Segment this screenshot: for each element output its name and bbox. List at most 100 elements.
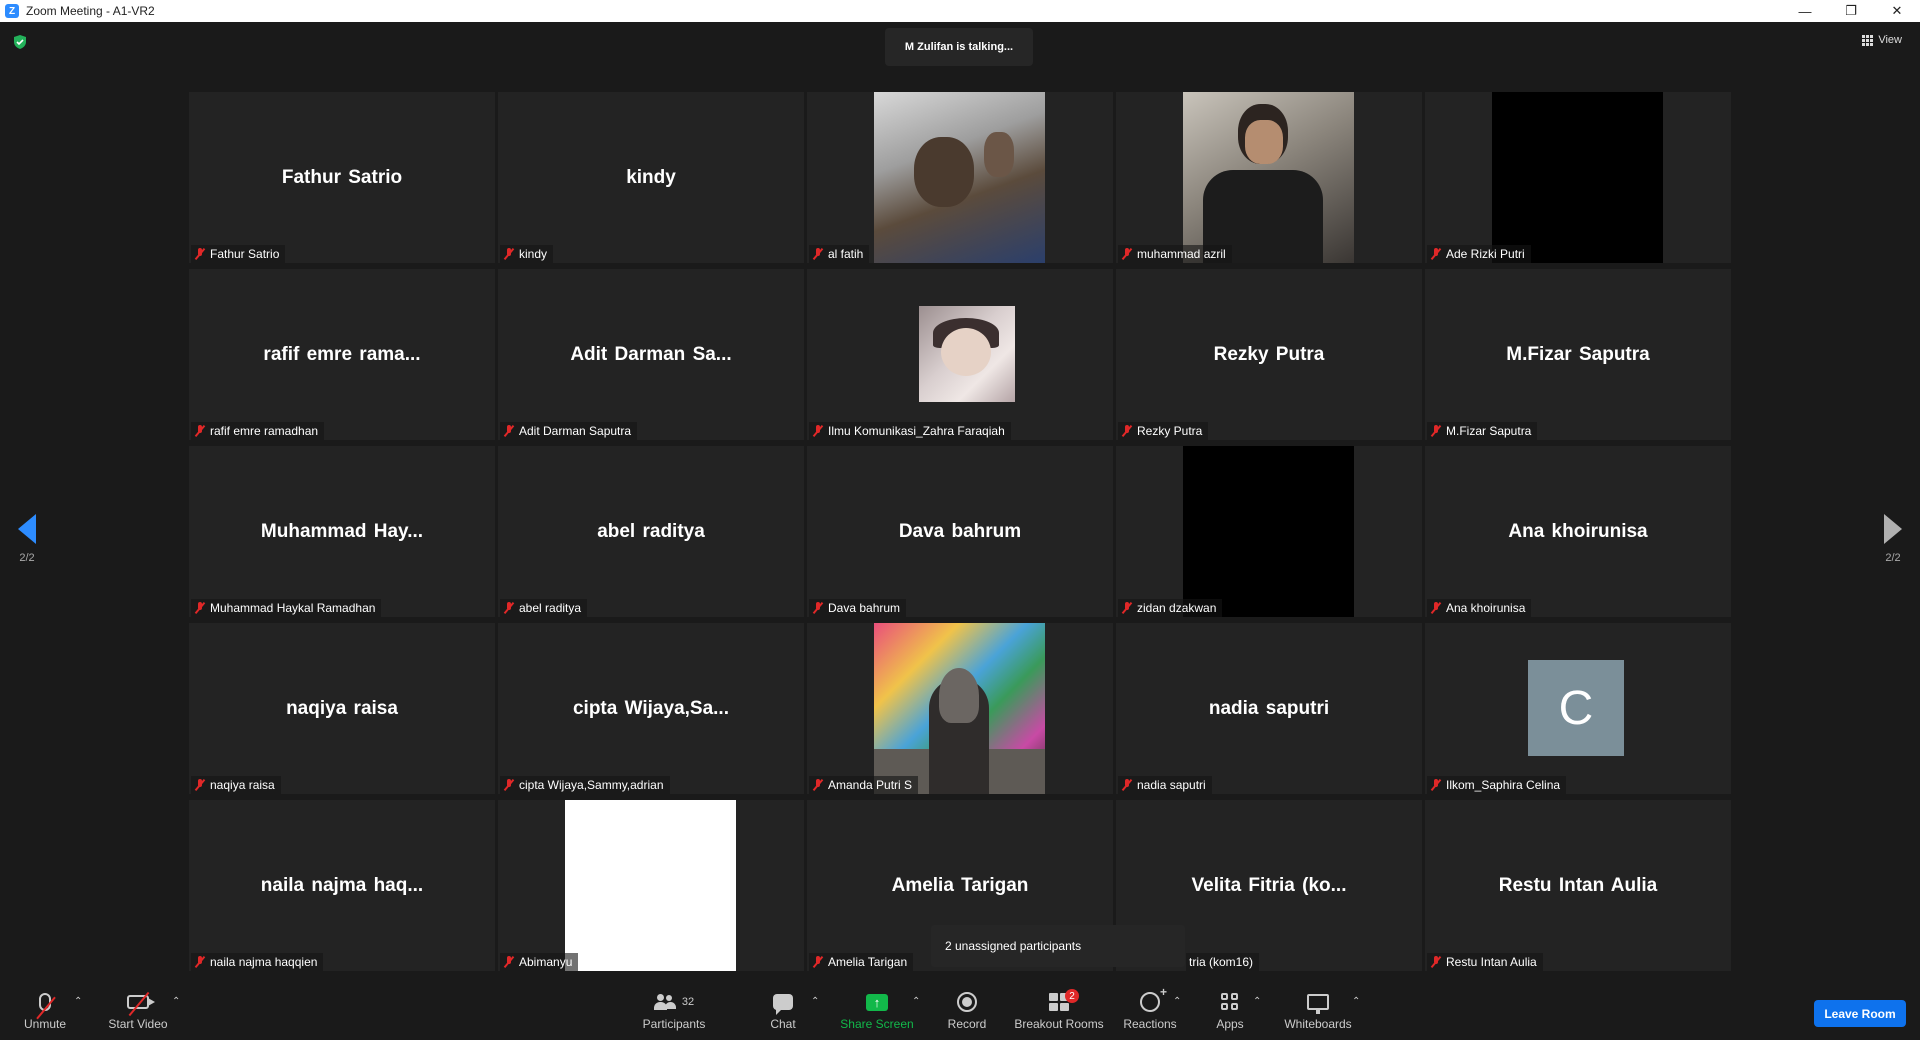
participant-name-label: Dava bahrum	[809, 599, 907, 617]
participant-tile[interactable]: muhammad azril	[1116, 92, 1422, 263]
close-icon[interactable]: ✕	[1874, 0, 1920, 22]
share-screen-label: Share Screen	[840, 1017, 914, 1031]
participant-name: cipta Wijaya,Sammy,adrian	[519, 778, 664, 792]
participant-tile[interactable]: Restu Intan Aulia Restu Intan Aulia	[1425, 800, 1731, 971]
participant-display-name: abel raditya	[597, 520, 705, 542]
participant-tile[interactable]: Ana khoirunisa Ana khoirunisa	[1425, 446, 1731, 617]
mic-muted-icon	[503, 779, 515, 791]
participant-tile[interactable]: al fatih	[807, 92, 1113, 263]
participant-tile[interactable]: Fathur Satrio Fathur Satrio	[189, 92, 495, 263]
mic-muted-icon	[1430, 956, 1442, 968]
mic-muted-icon	[503, 602, 515, 614]
participant-name: Dava bahrum	[828, 601, 901, 615]
mic-muted-icon	[1121, 248, 1133, 260]
audio-options-caret-icon[interactable]: ⌃	[74, 996, 82, 1007]
reactions-button[interactable]: Reactions	[1120, 980, 1180, 1040]
participant-tile[interactable]: naila najma haq... naila najma haqqien	[189, 800, 495, 971]
participant-name: Rezky Putra	[1137, 424, 1203, 438]
apps-options-caret-icon[interactable]: ⌃	[1253, 996, 1261, 1007]
mic-muted-icon	[812, 602, 824, 614]
participant-name-label: muhammad azril	[1118, 245, 1232, 263]
mic-muted-icon	[1430, 602, 1442, 614]
participant-tile[interactable]: Ilmu Komunikasi_Zahra Faraqiah	[807, 269, 1113, 440]
participant-tile[interactable]: C Ilkom_Saphira Celina	[1425, 623, 1731, 794]
participant-tile[interactable]: rafif emre rama... rafif emre ramadhan	[189, 269, 495, 440]
participant-display-name: cipta Wijaya,Sa...	[572, 697, 729, 719]
participant-tile[interactable]: cipta Wijaya,Sa... cipta Wijaya,Sammy,ad…	[498, 623, 804, 794]
next-page-button[interactable]: 2/2	[1884, 514, 1902, 564]
participant-name-label: Muhammad Haykal Ramadhan	[191, 599, 382, 617]
participant-tile[interactable]: Adit Darman Sa... Adit Darman Saputra	[498, 269, 804, 440]
view-button[interactable]: View	[1862, 34, 1902, 46]
page-indicator-right: 2/2	[1885, 552, 1901, 564]
participant-tile[interactable]: Amanda Putri S	[807, 623, 1113, 794]
whiteboard-icon	[1307, 994, 1329, 1014]
participants-button[interactable]: 32 Participants	[636, 980, 712, 1040]
participant-name: Adit Darman Saputra	[519, 424, 632, 438]
mic-muted-icon	[194, 248, 206, 260]
participant-tile[interactable]: zidan dzakwan	[1116, 446, 1422, 617]
participant-name: naqiya raisa	[210, 778, 275, 792]
participant-tile[interactable]: naqiya raisa naqiya raisa	[189, 623, 495, 794]
restore-icon[interactable]: ❐	[1828, 0, 1874, 22]
unmute-button[interactable]: Unmute	[20, 980, 70, 1040]
video-gallery: Fathur Satrio Fathur Satrio kindy kindy …	[189, 92, 1731, 971]
mic-muted-icon	[503, 956, 515, 968]
participant-tile[interactable]: Muhammad Hay... Muhammad Haykal Ramadhan	[189, 446, 495, 617]
mic-muted-icon	[1430, 425, 1442, 437]
participant-name-label: tria (kom16)	[1186, 953, 1260, 971]
participant-name-label: Ilmu Komunikasi_Zahra Faraqiah	[809, 422, 1011, 440]
participant-name-label: Rezky Putra	[1118, 422, 1209, 440]
leave-room-button[interactable]: Leave Room	[1814, 1000, 1906, 1027]
participant-name-label: zidan dzakwan	[1118, 599, 1223, 617]
record-icon	[957, 992, 977, 1012]
apps-button[interactable]: Apps	[1210, 980, 1250, 1040]
mic-muted-icon	[812, 248, 824, 260]
participant-video	[874, 92, 1045, 263]
arrow-left-icon	[18, 514, 36, 544]
mic-muted-icon	[503, 248, 515, 260]
participant-name: Abimanyu	[519, 955, 573, 969]
window-title: Zoom Meeting - A1-VR2	[26, 4, 155, 18]
chat-button[interactable]: Chat	[760, 980, 806, 1040]
video-options-caret-icon[interactable]: ⌃	[172, 996, 180, 1007]
participant-tile[interactable]: kindy kindy	[498, 92, 804, 263]
participant-display-name: rafif emre rama...	[263, 343, 421, 365]
record-label: Record	[947, 1017, 987, 1031]
participant-tile[interactable]: Abimanyu	[498, 800, 804, 971]
previous-page-button[interactable]: 2/2	[18, 514, 36, 564]
participant-tile[interactable]: M.Fizar Saputra M.Fizar Saputra	[1425, 269, 1731, 440]
participant-tile[interactable]: Dava bahrum Dava bahrum	[807, 446, 1113, 617]
participant-name-label: Abimanyu	[500, 953, 579, 971]
start-video-button[interactable]: Start Video	[104, 980, 172, 1040]
participant-video	[565, 800, 736, 971]
participant-display-name: Adit Darman Sa...	[570, 343, 732, 365]
participant-tile[interactable]: Ade Rizki Putri	[1425, 92, 1731, 263]
breakout-rooms-label: Breakout Rooms	[1014, 1017, 1104, 1031]
participant-name: tria (kom16)	[1189, 955, 1254, 969]
participant-tile[interactable]: abel raditya abel raditya	[498, 446, 804, 617]
participant-tile[interactable]: Rezky Putra Rezky Putra	[1116, 269, 1422, 440]
participant-display-name: Fathur Satrio	[281, 166, 403, 188]
chat-icon	[773, 994, 793, 1015]
share-options-caret-icon[interactable]: ⌃	[912, 996, 920, 1007]
window-titlebar: Z Zoom Meeting - A1-VR2 — ❐ ✕	[0, 0, 1920, 22]
share-screen-button[interactable]: ↑ Share Screen	[836, 980, 918, 1040]
minimize-icon[interactable]: —	[1782, 0, 1828, 22]
record-button[interactable]: Record	[942, 980, 992, 1040]
mic-muted-icon	[812, 779, 824, 791]
whiteboards-button[interactable]: Whiteboards	[1282, 980, 1354, 1040]
participant-display-name: naqiya raisa	[286, 697, 398, 719]
chat-options-caret-icon[interactable]: ⌃	[811, 996, 819, 1007]
participant-video	[1183, 446, 1354, 617]
meeting-toolbar: Unmute ⌃ Start Video ⌃ 32 Participants C…	[0, 980, 1920, 1040]
participant-name: rafif emre ramadhan	[210, 424, 319, 438]
security-shield-icon[interactable]	[12, 34, 28, 50]
breakout-rooms-button[interactable]: 2 Breakout Rooms	[1012, 980, 1106, 1040]
participant-tile[interactable]: nadia saputri nadia saputri	[1116, 623, 1422, 794]
participant-name-label: naqiya raisa	[191, 776, 281, 794]
participant-video	[1183, 92, 1354, 263]
participant-name: kindy	[519, 247, 548, 261]
whiteboards-options-caret-icon[interactable]: ⌃	[1352, 996, 1360, 1007]
reactions-options-caret-icon[interactable]: ⌃	[1173, 996, 1181, 1007]
